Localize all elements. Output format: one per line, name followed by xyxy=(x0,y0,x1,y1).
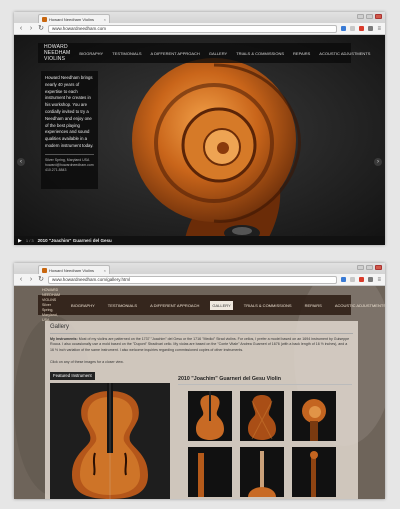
tab-strip: Howard Needham Violins × xyxy=(14,12,385,23)
nav-gallery[interactable]: GALLERY xyxy=(210,300,233,310)
close-window-button[interactable] xyxy=(375,14,382,19)
intro-text: Howard Needham brings nearly 40 years of… xyxy=(45,75,94,148)
slide-next-icon[interactable]: › xyxy=(374,158,382,166)
browser-menu-icon[interactable]: ≡ xyxy=(377,26,381,32)
gallery-page: HOWARD NEEDHAM VIOLINS Silver Spring, Ma… xyxy=(14,286,385,499)
browser-menu-icon[interactable]: ≡ xyxy=(377,277,381,283)
address-bar[interactable]: www.howardneedham.com xyxy=(48,24,338,33)
nav-gallery[interactable]: GALLERY xyxy=(209,51,227,56)
forward-icon[interactable]: › xyxy=(28,25,34,33)
url-text: www.howardneedham.com xyxy=(52,26,107,31)
window-controls xyxy=(357,14,382,19)
extension-icon[interactable] xyxy=(359,277,365,282)
url-text: www.howardneedham.com/gallery.html xyxy=(52,277,130,282)
nav-different-approach[interactable]: A DIFFERENT APPROACH xyxy=(151,51,200,56)
main-nav: HOWARD NEEDHAM VIOLINS BIOGRAPHY TESTIMO… xyxy=(38,43,370,63)
back-icon[interactable]: ‹ xyxy=(18,276,24,284)
extension-icon[interactable] xyxy=(350,26,356,31)
window-controls xyxy=(357,265,382,270)
back-icon[interactable]: ‹ xyxy=(18,25,24,33)
extension-icon[interactable] xyxy=(341,277,347,282)
browser-window-home: Howard Needham Violins × ‹ › ↻ www.howar… xyxy=(14,12,385,245)
browser-toolbar: ‹ › ↻ www.howardneedham.com/gallery.html… xyxy=(14,274,385,286)
site-logo[interactable]: HOWARD NEEDHAM VIOLINS Silver Spring, Ma… xyxy=(38,288,60,323)
reload-icon[interactable]: ↻ xyxy=(38,25,44,33)
nav-acoustic-adjustments[interactable]: ACOUSTIC ADJUSTMENTS xyxy=(319,51,370,56)
slide-counter: 1 / 3 xyxy=(25,238,34,243)
nav-testimonials[interactable]: TESTIMONIALS xyxy=(106,301,139,310)
page-title: Gallery xyxy=(50,324,70,330)
favicon-icon xyxy=(42,16,47,22)
tab-title: Howard Needham Violins xyxy=(49,267,95,273)
favicon-icon xyxy=(42,267,47,273)
featured-violin-image[interactable] xyxy=(50,383,170,499)
intro-text: Most of my violins are patterned on the … xyxy=(50,337,350,352)
minimize-button[interactable] xyxy=(357,265,364,270)
main-nav: HOWARD NEEDHAM VIOLINS Silver Spring, Ma… xyxy=(38,288,385,322)
tab-close-icon[interactable]: × xyxy=(104,17,106,22)
click-hint: Click on any of these images for a close… xyxy=(50,360,124,364)
thumbnail-side[interactable] xyxy=(188,447,232,497)
forward-icon[interactable]: › xyxy=(28,276,34,284)
divider xyxy=(178,384,352,385)
site-logo[interactable]: HOWARD NEEDHAM VIOLINS xyxy=(38,44,70,62)
browser-tab[interactable]: Howard Needham Violins × xyxy=(38,14,110,23)
divider xyxy=(50,333,353,334)
nav-trials-commissions[interactable]: TRIALS & COMMISSIONS xyxy=(236,51,284,56)
logo-name: HOWARD NEEDHAM VIOLINS xyxy=(42,287,60,302)
thumbnail-detail[interactable] xyxy=(240,447,284,497)
featured-instrument-label: Featured Instrument xyxy=(50,372,95,380)
minimize-button[interactable] xyxy=(357,14,364,19)
nav-testimonials[interactable]: TESTIMONIALS xyxy=(112,51,141,56)
divider xyxy=(45,153,94,155)
extension-icon[interactable] xyxy=(359,26,365,31)
browser-window-gallery: Howard Needham Violins × ‹ › ↻ www.howar… xyxy=(14,263,385,499)
tab-close-icon[interactable]: × xyxy=(104,268,106,273)
nav-different-approach[interactable]: A DIFFERENT APPROACH xyxy=(148,301,201,310)
maximize-button[interactable] xyxy=(366,14,373,19)
thumbnail-front[interactable] xyxy=(188,391,232,441)
intro-box: Howard Needham brings nearly 40 years of… xyxy=(41,71,98,189)
gallery-intro: My Instruments: Most of my violins are p… xyxy=(50,337,352,353)
extension-icon[interactable] xyxy=(341,26,347,31)
thumbnail-profile[interactable] xyxy=(292,447,336,497)
intro-label: My Instruments: xyxy=(50,337,78,341)
nav-trials-commissions[interactable]: TRIALS & COMMISSIONS xyxy=(242,301,294,310)
slideshow-bar: ▶ 1 / 3 2010 "Joachim" Guarneri del Gesu xyxy=(14,236,385,245)
instrument-title: 2010 "Joachim" Guarneri del Gesu Violin xyxy=(178,376,281,382)
nav-biography[interactable]: BIOGRAPHY xyxy=(79,51,103,56)
nav-repairs[interactable]: REPAIRS xyxy=(293,51,310,56)
slide-caption: 2010 "Joachim" Guarneri del Gesu xyxy=(37,238,112,243)
browser-toolbar: ‹ › ↻ www.howardneedham.com ≡ xyxy=(14,23,385,35)
address-bar[interactable]: www.howardneedham.com/gallery.html xyxy=(48,275,338,284)
maximize-button[interactable] xyxy=(366,265,373,270)
nav-repairs[interactable]: REPAIRS xyxy=(303,301,324,310)
thumbnail-scroll[interactable] xyxy=(292,391,336,441)
reload-icon[interactable]: ↻ xyxy=(38,276,44,284)
tab-title: Howard Needham Violins xyxy=(49,16,95,22)
gallery-panel: Gallery My Instruments: Most of my violi… xyxy=(45,321,358,499)
browser-tab[interactable]: Howard Needham Violins × xyxy=(38,265,110,274)
logo-location: Silver Spring, Maryland, USA xyxy=(42,302,58,322)
thumbnail-back[interactable] xyxy=(240,391,284,441)
play-icon[interactable]: ▶ xyxy=(18,238,22,244)
contact-phone: 410.271.8843 xyxy=(45,167,67,172)
tab-strip: Howard Needham Violins × xyxy=(14,263,385,274)
extension-icon[interactable] xyxy=(350,277,356,282)
extension-icon[interactable] xyxy=(368,26,374,31)
slide-prev-icon[interactable]: ‹ xyxy=(17,158,25,166)
close-window-button[interactable] xyxy=(375,265,382,270)
nav-biography[interactable]: BIOGRAPHY xyxy=(69,301,97,310)
home-page: HOWARD NEEDHAM VIOLINS BIOGRAPHY TESTIMO… xyxy=(14,35,385,245)
extension-icon[interactable] xyxy=(368,277,374,282)
nav-acoustic-adjustments[interactable]: ACOUSTIC ADJUSTMENTS xyxy=(333,301,385,310)
